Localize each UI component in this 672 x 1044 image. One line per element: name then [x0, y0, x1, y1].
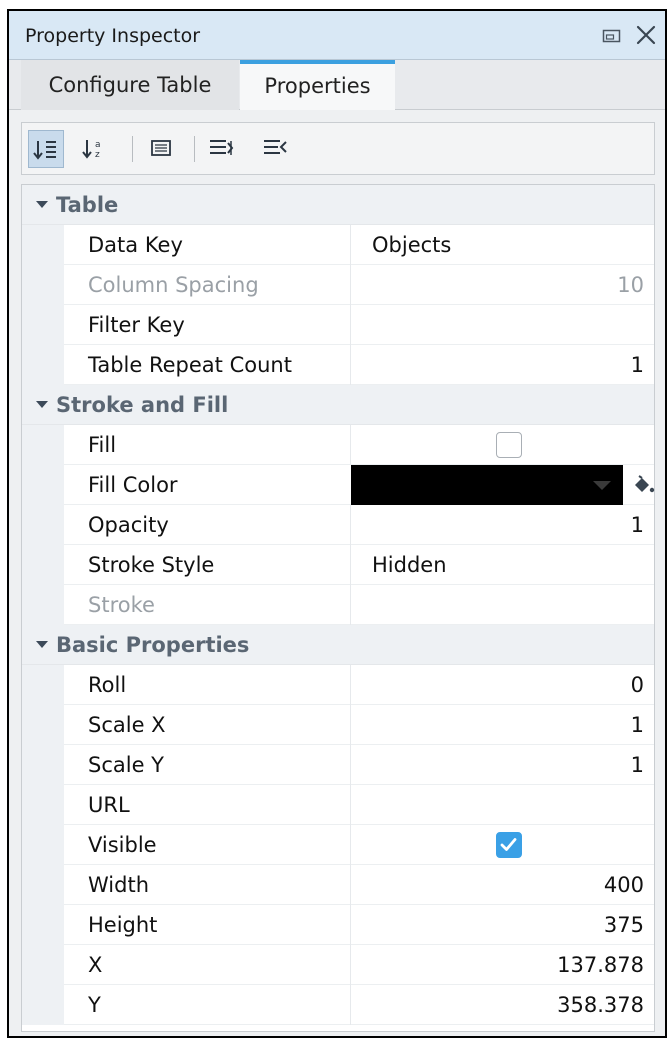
- property-value[interactable]: 0: [631, 673, 644, 697]
- collapse-all-icon[interactable]: [258, 130, 294, 168]
- property-row-scale-y[interactable]: Scale Y 1: [22, 745, 654, 785]
- property-name: Table Repeat Count: [88, 353, 292, 377]
- property-row-stroke-style[interactable]: Stroke Style Hidden: [22, 545, 654, 585]
- property-row-width[interactable]: Width 400: [22, 865, 654, 905]
- paint-bucket-icon[interactable]: [630, 473, 656, 497]
- sort-alphabetical-icon[interactable]: a z: [78, 130, 114, 168]
- property-name: Visible: [88, 833, 157, 857]
- toolbar-separator: [194, 136, 195, 162]
- property-value[interactable]: Objects: [372, 233, 451, 257]
- property-name: Stroke: [88, 593, 155, 617]
- property-name: X: [88, 953, 103, 977]
- property-name: Scale X: [88, 713, 166, 737]
- visible-checkbox[interactable]: [496, 832, 522, 858]
- property-value[interactable]: 1: [631, 753, 644, 777]
- property-value[interactable]: 358.378: [557, 993, 644, 1017]
- category-label: Stroke and Fill: [56, 393, 229, 417]
- sort-by-category-icon[interactable]: [28, 130, 64, 168]
- property-value[interactable]: 1: [631, 513, 644, 537]
- property-name: Data Key: [88, 233, 183, 257]
- property-name: URL: [88, 793, 130, 817]
- property-row-roll[interactable]: Roll 0: [22, 665, 654, 705]
- property-row-data-key[interactable]: Data Key Objects: [22, 225, 654, 265]
- property-value[interactable]: Hidden: [372, 553, 447, 577]
- property-row-table-repeat-count[interactable]: Table Repeat Count 1: [22, 345, 654, 385]
- category-label: Table: [56, 193, 119, 217]
- property-row-filter-key[interactable]: Filter Key: [22, 305, 654, 345]
- property-name: Filter Key: [88, 313, 185, 337]
- property-name: Height: [88, 913, 158, 937]
- property-row-opacity[interactable]: Opacity 1: [22, 505, 654, 545]
- property-row-fill[interactable]: Fill: [22, 425, 654, 465]
- tab-configure-table[interactable]: Configure Table: [21, 60, 239, 110]
- title-bar: Property Inspector: [9, 11, 665, 60]
- property-row-stroke: Stroke: [22, 585, 654, 625]
- property-name: Roll: [88, 673, 127, 697]
- checkmark-icon: [500, 838, 517, 851]
- tab-properties[interactable]: Properties: [240, 60, 395, 110]
- category-label: Basic Properties: [56, 633, 250, 657]
- category-stroke-and-fill[interactable]: Stroke and Fill: [22, 385, 654, 425]
- property-row-fill-color[interactable]: Fill Color: [22, 465, 656, 505]
- close-icon[interactable]: [634, 23, 658, 47]
- collapse-triangle-icon[interactable]: [36, 401, 48, 408]
- property-row-y[interactable]: Y 358.378: [22, 985, 654, 1025]
- property-value: 10: [617, 273, 644, 297]
- property-inspector-panel: Property Inspector Configure Table Prope…: [7, 9, 667, 1038]
- property-row-column-spacing: Column Spacing 10: [22, 265, 654, 305]
- property-name: Fill: [88, 433, 117, 457]
- property-name: Opacity: [88, 513, 169, 537]
- property-value[interactable]: 1: [631, 713, 644, 737]
- fill-color-swatch[interactable]: [351, 465, 623, 505]
- property-name: Width: [88, 873, 150, 897]
- tab-strip: Configure Table Properties: [9, 60, 665, 110]
- property-grid: Table Data Key Objects Column Spacing 10…: [21, 184, 655, 1032]
- property-row-scale-x[interactable]: Scale X 1: [22, 705, 654, 745]
- svg-text:z: z: [95, 150, 100, 160]
- property-name: Fill Color: [88, 473, 178, 497]
- property-row-visible[interactable]: Visible: [22, 825, 654, 865]
- property-row-height[interactable]: Height 375: [22, 905, 654, 945]
- property-name: Y: [88, 993, 101, 1017]
- property-name: Column Spacing: [88, 273, 259, 297]
- panel-title: Property Inspector: [25, 25, 201, 47]
- property-value[interactable]: 1: [631, 353, 644, 377]
- property-row-x[interactable]: X 137.878: [22, 945, 654, 985]
- expand-all-icon[interactable]: [204, 130, 240, 168]
- property-value[interactable]: 375: [604, 913, 644, 937]
- property-value[interactable]: 400: [604, 873, 644, 897]
- svg-text:a: a: [95, 140, 101, 150]
- toolbar-separator: [132, 136, 133, 162]
- chevron-down-icon[interactable]: [593, 481, 611, 490]
- collapse-triangle-icon[interactable]: [36, 641, 48, 648]
- property-description-icon[interactable]: [144, 130, 180, 168]
- category-basic-properties[interactable]: Basic Properties: [22, 625, 654, 665]
- property-row-url[interactable]: URL: [22, 785, 654, 825]
- category-table[interactable]: Table: [22, 185, 654, 225]
- collapse-triangle-icon[interactable]: [36, 201, 48, 208]
- fill-checkbox[interactable]: [496, 432, 522, 458]
- property-name: Stroke Style: [88, 553, 215, 577]
- property-name: Scale Y: [88, 753, 165, 777]
- property-value[interactable]: 137.878: [557, 953, 644, 977]
- restore-window-icon[interactable]: [602, 28, 622, 44]
- property-toolbar: a z: [21, 122, 655, 175]
